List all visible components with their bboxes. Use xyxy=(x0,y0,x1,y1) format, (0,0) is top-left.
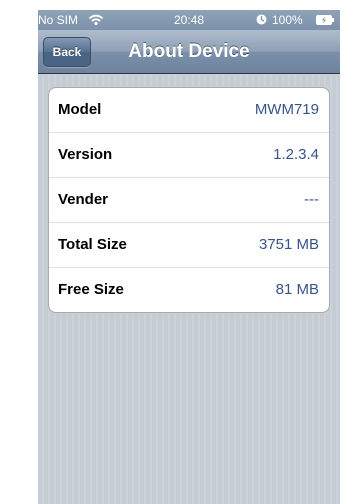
info-row-free-size: Free Size 81 MB xyxy=(49,268,329,312)
battery-percent: 100% xyxy=(272,13,303,27)
row-value: 1.2.3.4 xyxy=(273,146,319,163)
row-label: Vender xyxy=(58,191,109,208)
info-row-vender: Vender --- xyxy=(49,178,329,223)
back-button[interactable]: Back xyxy=(43,37,91,67)
row-label: Free Size xyxy=(58,281,124,298)
navigation-bar: Back About Device xyxy=(38,30,340,74)
device-screen: No SIM 20:48 100% Back About Device Mode… xyxy=(38,10,340,504)
row-label: Model xyxy=(58,101,102,118)
row-value: 3751 MB xyxy=(258,236,319,253)
row-value: MWM719 xyxy=(254,101,319,118)
alarm-icon xyxy=(256,14,267,25)
info-row-version: Version 1.2.3.4 xyxy=(49,133,329,178)
info-row-model: Model MWM719 xyxy=(49,88,329,133)
row-value: --- xyxy=(304,191,319,208)
battery-icon xyxy=(316,15,334,25)
row-value: 81 MB xyxy=(275,281,319,298)
row-label: Version xyxy=(58,146,113,163)
page-title: About Device xyxy=(128,41,250,62)
info-row-total-size: Total Size 3751 MB xyxy=(49,223,329,268)
row-label: Total Size xyxy=(58,236,127,253)
device-info-table: Model MWM719 Version 1.2.3.4 Vender --- … xyxy=(48,87,330,313)
status-bar: No SIM 20:48 100% xyxy=(38,10,340,30)
